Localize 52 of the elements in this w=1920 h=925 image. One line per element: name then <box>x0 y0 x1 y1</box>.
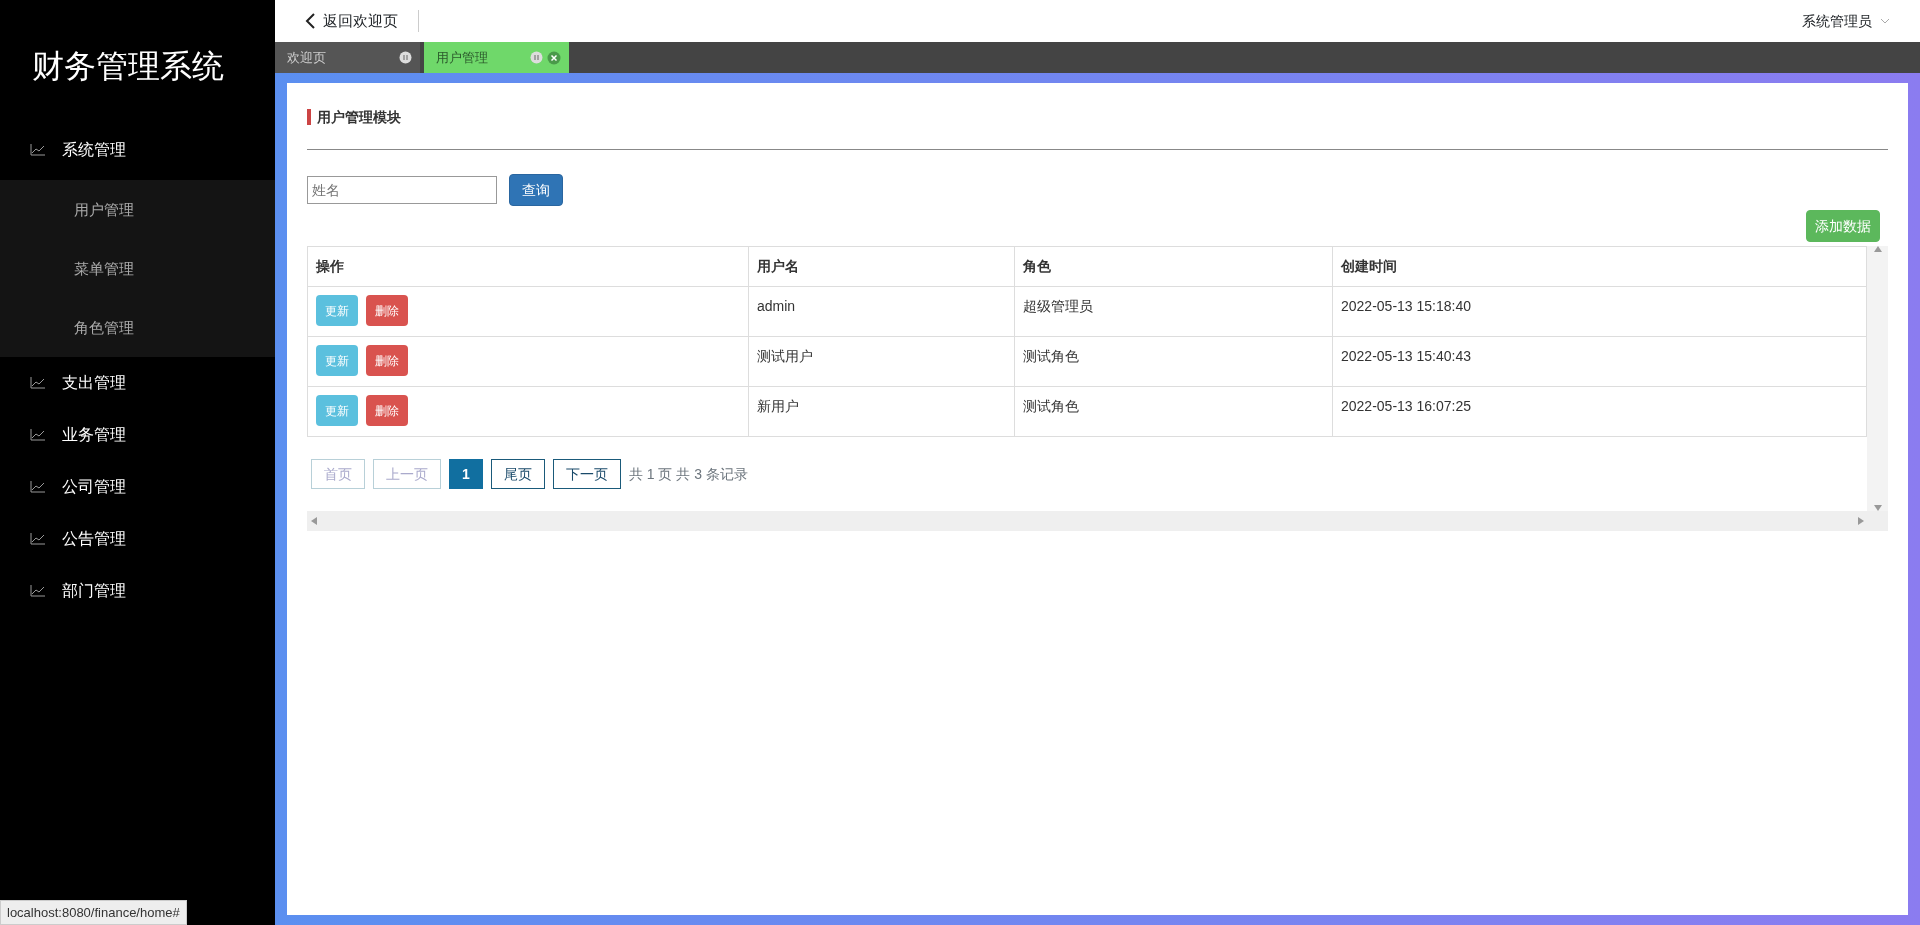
table-cell: 测试角色 <box>1014 386 1333 437</box>
table-cell: 测试用户 <box>748 336 1015 387</box>
close-icon[interactable] <box>547 50 561 65</box>
table-cell: 2022-05-13 16:07:25 <box>1332 386 1867 437</box>
scroll-right-icon[interactable] <box>1858 517 1864 525</box>
sidebar-subitem[interactable]: 菜单管理 <box>0 239 275 298</box>
sidebar-item[interactable]: 公司管理 <box>0 461 275 513</box>
back-link[interactable]: 返回欢迎页 <box>305 9 419 33</box>
table-cell: 测试角色 <box>1014 336 1333 387</box>
column-header: 角色 <box>1014 246 1333 287</box>
scroll-up-icon[interactable] <box>1873 246 1882 252</box>
sidebar-subitem[interactable]: 角色管理 <box>0 298 275 357</box>
sidebar-item[interactable]: 系统管理 <box>0 120 275 180</box>
tab[interactable]: 欢迎页 <box>275 42 420 73</box>
tab[interactable]: 用户管理 <box>424 42 569 73</box>
search-field[interactable]: 姓名 <box>307 176 497 204</box>
line-chart-icon <box>30 585 46 597</box>
table-cell: admin <box>748 286 1015 337</box>
panel-title: 用户管理模块 <box>307 109 1888 125</box>
user-menu[interactable]: 系统管理员 <box>1802 10 1890 32</box>
sidebar-item[interactable]: 支出管理 <box>0 357 275 409</box>
line-chart-icon <box>30 533 46 545</box>
delete-button[interactable]: 删除 <box>366 345 408 376</box>
page-button[interactable]: 1 <box>449 459 483 489</box>
line-chart-icon <box>30 481 46 493</box>
page-button[interactable]: 尾页 <box>490 459 545 489</box>
column-header: 操作 <box>307 246 749 287</box>
search-button[interactable]: 查询 <box>509 174 563 206</box>
app-title: 财务管理系统 <box>31 47 225 86</box>
column-header: 用户名 <box>748 246 1015 287</box>
caret-icon <box>1880 18 1890 24</box>
delete-button[interactable]: 删除 <box>366 295 408 326</box>
sidebar-item[interactable]: 部门管理 <box>0 565 275 617</box>
column-header: 创建时间 <box>1332 246 1867 287</box>
sidebar-item[interactable]: 业务管理 <box>0 409 275 461</box>
table-cell: 新用户 <box>748 386 1015 437</box>
status-url: localhost:8080/finance/home# <box>0 899 187 925</box>
chevron-left-icon <box>305 13 315 29</box>
line-chart-icon <box>30 429 46 441</box>
line-chart-icon <box>30 144 46 156</box>
sidebar-item[interactable]: 公告管理 <box>0 513 275 565</box>
delete-button[interactable]: 删除 <box>366 395 408 426</box>
table-cell: 超级管理员 <box>1014 286 1333 337</box>
pagination-summary: 共 1 页 共 3 条记录 <box>628 464 748 484</box>
vertical-scrollbar[interactable] <box>1867 246 1888 511</box>
horizontal-scrollbar[interactable] <box>307 511 1888 531</box>
table-cell: 2022-05-13 15:40:43 <box>1332 336 1867 387</box>
page-button[interactable]: 下一页 <box>552 459 621 489</box>
sidebar-subitem[interactable]: 用户管理 <box>0 180 275 239</box>
table-cell: 2022-05-13 15:18:40 <box>1332 286 1867 337</box>
scroll-left-icon[interactable] <box>311 517 317 525</box>
line-chart-icon <box>30 377 46 389</box>
